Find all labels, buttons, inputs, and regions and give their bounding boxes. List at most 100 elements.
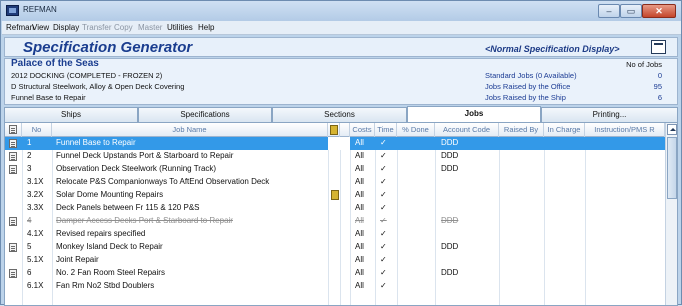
stat-ship-value: 6 [657,93,662,102]
time-check-icon: ✓ [380,229,387,238]
table-row[interactable]: 3 Observation Deck Steelwork (Running Tra… [5,163,665,176]
stat-ship-label: Jobs Raised by the Ship [485,93,566,102]
tab-printing[interactable]: Printing... [541,107,678,122]
account-code [441,176,499,189]
document-icon [9,125,17,134]
table-row[interactable]: 3.2X Solar Dome Mounting Repairs All ✓ [5,189,665,202]
menu-bar: Refman View Display Transfer Copy Master… [2,21,681,35]
costs-value: All [355,190,364,199]
account-code [441,254,499,267]
document-icon[interactable] [9,165,17,174]
time-check-icon: ✓ [380,216,387,225]
job-number: 3.3X [27,203,44,212]
header-job-name[interactable]: Job Name [52,123,328,137]
minimize-button[interactable]: – [598,4,620,18]
document-icon[interactable] [9,139,17,148]
costs-value: All [355,216,364,225]
menu-transfer[interactable]: Transfer [82,23,112,32]
close-button[interactable]: ✕ [642,4,676,18]
document-icon[interactable] [9,217,17,226]
menu-utilities[interactable]: Utilities [167,23,193,32]
header-raised-by[interactable]: Raised By [499,123,544,137]
job-name: Relocate P&S Companionways To AftEnd Obs… [56,177,270,186]
tab-jobs[interactable]: Jobs [407,106,541,122]
job-number: 2 [27,151,32,160]
table-row[interactable]: 4.1X Revised repairs specified All ✓ [5,228,665,241]
header-no[interactable]: No [22,123,52,137]
table-row[interactable]: 2 Funnel Deck Upstands Port & Starboard t… [5,150,665,163]
menu-refman[interactable]: Refman [6,23,34,32]
scroll-thumb[interactable] [667,137,677,199]
table-row[interactable]: 5.1X Joint Repair All ✓ [5,254,665,267]
display-mode-label[interactable]: <Normal Specification Display> [485,44,620,54]
job-number: 1 [27,138,32,147]
costs-value: All [355,268,364,277]
table-row[interactable]: 3.3X Deck Panels between Fr 115 & 120 P&S… [5,202,665,215]
menu-master[interactable]: Master [138,23,162,32]
time-check-icon: ✓ [380,203,387,212]
costs-value: All [355,138,364,147]
icon-cell-blank [328,137,350,150]
job-number: 3.1X [27,177,44,186]
tab-specifications[interactable]: Specifications [138,107,272,122]
app-icon [6,5,19,16]
docking-line: 2012 DOCKING (COMPLETED - FROZEN 2) [11,71,163,80]
job-name: Solar Dome Mounting Repairs [56,190,164,199]
job-number: 4 [27,216,32,225]
stat-standard-label: Standard Jobs (0 Available) [485,71,577,80]
job-name: Deck Panels between Fr 115 & 120 P&S [56,203,200,212]
tab-strip: Ships Specifications Sections Jobs Print… [4,106,678,122]
account-code: DDD [441,268,459,277]
stat-office-label: Jobs Raised by the Office [485,82,571,91]
vertical-scrollbar[interactable] [665,123,677,305]
account-code: DDD [441,242,459,251]
table-row[interactable]: 5 Monkey Island Deck to Repair All ✓ DDD [5,241,665,254]
tab-ships[interactable]: Ships [4,107,138,122]
document-icon[interactable] [9,152,17,161]
display-toggle-button[interactable] [651,40,666,54]
time-check-icon: ✓ [380,151,387,160]
account-code: DDD [441,151,459,160]
header-time[interactable]: Time [375,123,397,137]
table-row[interactable]: 3.1X Relocate P&S Companionways To AftEnd… [5,176,665,189]
account-code [441,280,499,293]
scroll-up-arrow[interactable] [667,124,677,135]
account-code [441,202,499,215]
job-name: Revised repairs specified [56,229,146,238]
table-row[interactable]: 1 Funnel Base to Repair All ✓ DDD [5,137,665,150]
book-icon[interactable] [331,190,339,200]
time-check-icon: ✓ [380,281,387,290]
header-in-charge[interactable]: In Charge [544,123,585,137]
grid-header: No Job Name Costs Time % Done Account Co… [5,123,665,137]
header-costs[interactable]: Costs [350,123,375,137]
table-row[interactable]: 6.1X Fan Rm No2 Stbd Doublers All ✓ [5,280,665,293]
costs-value: All [355,164,364,173]
time-check-icon: ✓ [380,268,387,277]
job-name: No. 2 Fan Room Steel Repairs [56,268,165,277]
job-name: Funnel Base to Repair [56,138,136,147]
header-account-code[interactable]: Account Code [435,123,499,137]
costs-value: All [355,281,364,290]
job-name: Monkey Island Deck to Repair [56,242,163,251]
header-percent-done[interactable]: % Done [397,123,435,137]
header-instruction-pms[interactable]: Instruction/PMS R [585,123,665,137]
menu-copy[interactable]: Copy [114,23,133,32]
maximize-button[interactable]: ▭ [620,4,642,18]
menu-help[interactable]: Help [198,23,214,32]
title-bar[interactable]: REFMAN – ▭ ✕ [1,1,681,21]
document-icon[interactable] [9,269,17,278]
job-number: 3 [27,164,32,173]
app-window: REFMAN – ▭ ✕ Refman View Display Transfe… [0,0,682,306]
job-line: Funnel Base to Repair [11,93,86,102]
job-number: 5 [27,242,32,251]
document-icon[interactable] [9,243,17,252]
account-code [441,189,499,202]
menu-view[interactable]: View [32,23,49,32]
costs-value: All [355,177,364,186]
table-row[interactable]: 6 No. 2 Fan Room Steel Repairs All ✓ DDD [5,267,665,280]
menu-display[interactable]: Display [53,23,79,32]
tab-sections[interactable]: Sections [272,107,407,122]
stat-standard-value: 0 [657,71,662,80]
table-row[interactable]: 4 Damper Access Decks Port & Starboard to… [5,215,665,228]
ship-name: Palace of the Seas [11,58,99,69]
